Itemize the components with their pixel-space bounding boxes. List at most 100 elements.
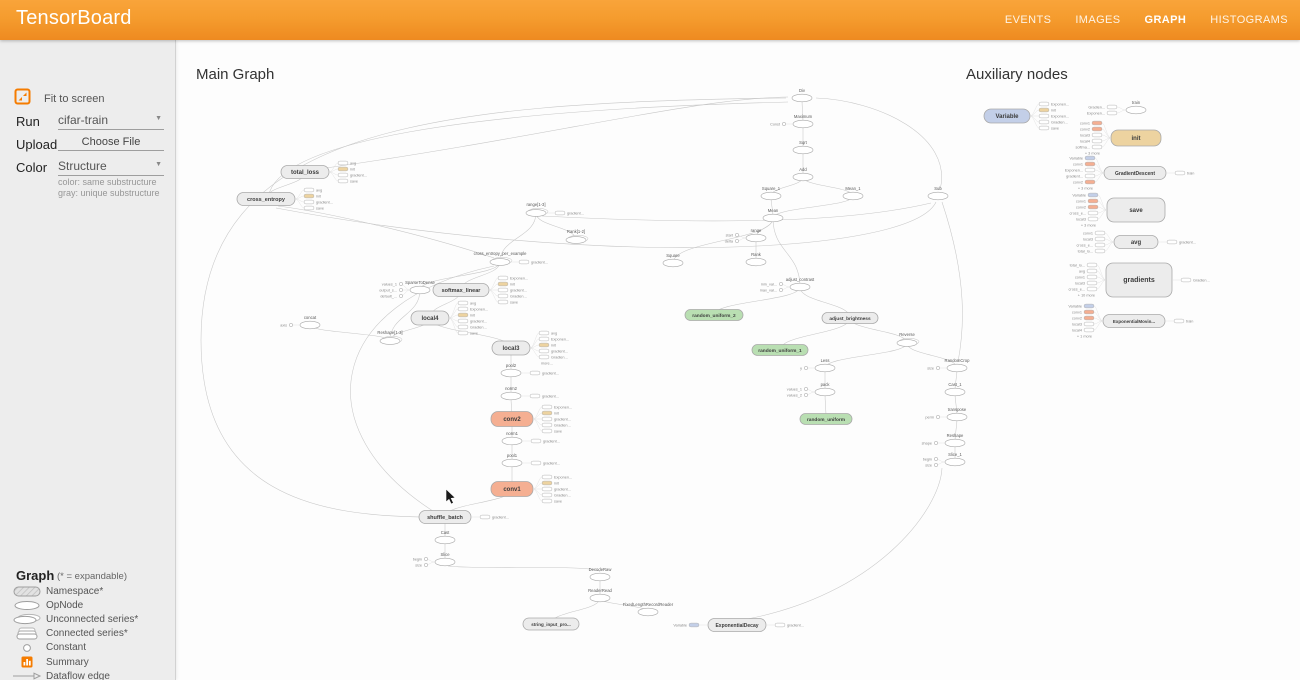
graph-node-slice_1[interactable]: Slice_1: [945, 452, 965, 466]
proxy-node-chip[interactable]: [1095, 237, 1105, 241]
proxy-node-chip[interactable]: [531, 461, 541, 465]
proxy-node-chip[interactable]: [539, 349, 549, 353]
const-node[interactable]: [804, 393, 807, 396]
proxy-node-chip[interactable]: [1084, 310, 1094, 314]
graph-node-range_op[interactable]: range: [746, 228, 766, 242]
graph-node-range_1_3[interactable]: range[1-3]: [526, 202, 548, 216]
proxy-node-chip[interactable]: [458, 319, 468, 323]
proxy-node-chip[interactable]: [1085, 174, 1095, 178]
graph-node-reshape_op[interactable]: Reshape: [945, 433, 965, 447]
proxy-node-chip[interactable]: [689, 623, 699, 627]
graph-node-transpose[interactable]: transpose: [947, 407, 967, 421]
proxy-node-chip[interactable]: [1085, 162, 1095, 166]
nav-tab-images[interactable]: IMAGES: [1075, 14, 1120, 26]
proxy-node-chip[interactable]: [1087, 287, 1097, 291]
proxy-node-chip[interactable]: [1181, 278, 1191, 282]
proxy-node-chip[interactable]: [1087, 263, 1097, 267]
graph-node-random_crop[interactable]: RandomCrop: [945, 358, 971, 372]
proxy-node-chip[interactable]: [1085, 156, 1095, 160]
const-node[interactable]: [934, 457, 937, 460]
graph-node-cast_1[interactable]: Cast_1: [945, 382, 965, 396]
proxy-node-chip[interactable]: [1087, 275, 1097, 279]
graph-node-train_op[interactable]: train: [1126, 100, 1146, 114]
proxy-node-chip[interactable]: [1084, 316, 1094, 320]
graph-node-local3[interactable]: local3: [492, 341, 530, 355]
proxy-node-chip[interactable]: [480, 515, 490, 519]
const-node[interactable]: [804, 366, 807, 369]
const-node[interactable]: [936, 415, 939, 418]
proxy-node-chip[interactable]: [542, 411, 552, 415]
graph-node-random_uniform_1[interactable]: random_uniform_1: [752, 345, 808, 356]
proxy-node-chip[interactable]: [542, 481, 552, 485]
proxy-node-chip[interactable]: [1039, 114, 1049, 118]
proxy-node-chip[interactable]: [1084, 328, 1094, 332]
graph-node-conv1[interactable]: conv1: [491, 482, 533, 497]
fit-to-screen-button[interactable]: Fit to screen: [14, 88, 105, 110]
graph-node-div[interactable]: Div: [792, 88, 812, 102]
proxy-node-chip[interactable]: [338, 167, 348, 171]
proxy-node-chip[interactable]: [458, 301, 468, 305]
graph-node-random_uniform[interactable]: random_uniform: [800, 414, 852, 425]
graph-node-sparse_to_dense[interactable]: SparseToDense: [405, 280, 435, 294]
proxy-node-chip[interactable]: [1167, 240, 1177, 244]
graph-node-norm2[interactable]: norm2: [501, 386, 521, 400]
proxy-node-chip[interactable]: [1088, 193, 1098, 197]
proxy-node-chip[interactable]: [304, 206, 314, 210]
proxy-node-chip[interactable]: [1039, 102, 1049, 106]
graph-node-pack[interactable]: pack: [815, 382, 835, 396]
proxy-node-chip[interactable]: [539, 337, 549, 341]
const-node[interactable]: [934, 463, 937, 466]
const-node[interactable]: [782, 122, 785, 125]
graph-node-avg[interactable]: avg: [1114, 236, 1158, 249]
const-node[interactable]: [936, 366, 939, 369]
proxy-node-chip[interactable]: [1087, 269, 1097, 273]
proxy-node-chip[interactable]: [1095, 231, 1105, 235]
graph-node-cross_entropy[interactable]: cross_entropy: [237, 193, 295, 206]
const-node[interactable]: [424, 557, 427, 560]
graph-node-save[interactable]: save: [1107, 198, 1165, 222]
proxy-node-chip[interactable]: [1095, 243, 1105, 247]
proxy-node-chip[interactable]: [498, 300, 508, 304]
proxy-node-chip[interactable]: [539, 331, 549, 335]
graph-node-slice[interactable]: Slice: [435, 552, 455, 566]
graph-node-exp_moving[interactable]: ExponentialMovin...: [1103, 315, 1165, 328]
proxy-node-chip[interactable]: [1088, 199, 1098, 203]
graph-node-softmax_linear[interactable]: softmax_linear: [433, 284, 489, 297]
nav-tab-graph[interactable]: GRAPH: [1145, 14, 1187, 26]
graph-node-mean[interactable]: Mean: [763, 208, 783, 222]
graph-node-local4[interactable]: local4: [411, 311, 449, 325]
proxy-node-chip[interactable]: [1039, 126, 1049, 130]
proxy-node-chip[interactable]: [304, 200, 314, 204]
proxy-node-chip[interactable]: [1175, 171, 1185, 175]
proxy-node-chip[interactable]: [1088, 205, 1098, 209]
proxy-node-chip[interactable]: [1084, 322, 1094, 326]
graph-node-adjust_brightness[interactable]: adjust_brightness: [822, 313, 878, 324]
proxy-node-chip[interactable]: [1088, 211, 1098, 215]
nav-tab-events[interactable]: EVENTS: [1005, 14, 1051, 26]
proxy-node-chip[interactable]: [542, 429, 552, 433]
proxy-node-chip[interactable]: [1085, 180, 1095, 184]
proxy-node-chip[interactable]: [498, 282, 508, 286]
graph-node-square[interactable]: Square: [663, 253, 683, 267]
graph-node-decode_raw[interactable]: DecodeRaw: [589, 567, 613, 581]
proxy-node-chip[interactable]: [1174, 319, 1184, 323]
const-node[interactable]: [399, 288, 402, 291]
graph-node-cast[interactable]: Cast: [435, 530, 455, 544]
proxy-node-chip[interactable]: [304, 194, 314, 198]
proxy-node-chip[interactable]: [1087, 281, 1097, 285]
graph-node-string_input[interactable]: string_input_pro...: [523, 618, 579, 630]
proxy-node-chip[interactable]: [542, 417, 552, 421]
proxy-node-chip[interactable]: [542, 475, 552, 479]
proxy-node-chip[interactable]: [539, 343, 549, 347]
proxy-node-chip[interactable]: [542, 499, 552, 503]
proxy-node-chip[interactable]: [539, 355, 549, 359]
graph-node-init[interactable]: init: [1111, 130, 1161, 146]
proxy-node-chip[interactable]: [304, 188, 314, 192]
proxy-node-chip[interactable]: [1085, 168, 1095, 172]
proxy-node-chip[interactable]: [1039, 108, 1049, 112]
graph-node-concat[interactable]: concat: [300, 315, 320, 329]
graph-canvas[interactable]: total_lossavginitgradient...savecross_en…: [176, 40, 1300, 680]
proxy-node-chip[interactable]: [542, 423, 552, 427]
proxy-node-chip[interactable]: [338, 179, 348, 183]
graph-node-conv2[interactable]: conv2: [491, 412, 533, 427]
